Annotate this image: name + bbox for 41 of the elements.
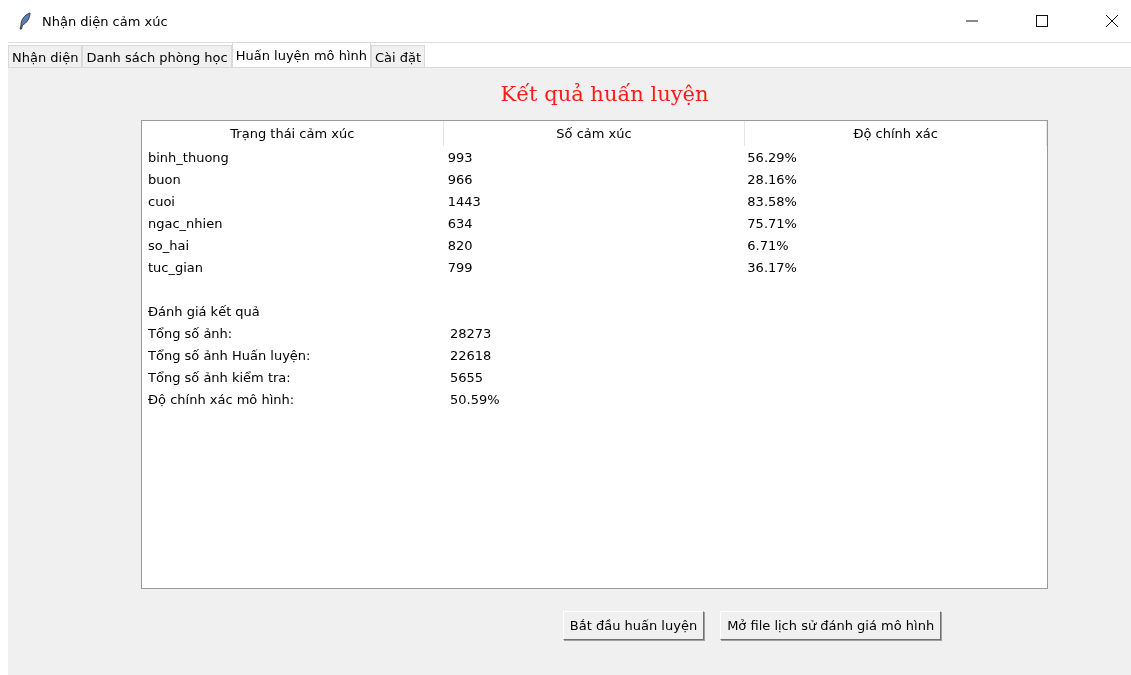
action-button[interactable]: Bắt đầu huấn luyện [562, 611, 705, 640]
column-header[interactable]: Trạng thái cảm xúc [142, 121, 444, 146]
maximize-icon[interactable] [1035, 14, 1049, 28]
table-cell-text: Tổng số ảnh Huấn luyện: [148, 347, 312, 363]
tab[interactable]: Cài đặt [371, 45, 426, 67]
table-cell-text: 966 [447, 171, 474, 187]
tab[interactable]: Huấn luyện mô hình [231, 42, 372, 67]
feather-icon [18, 12, 32, 30]
table-cell-text: 56.29% [747, 149, 798, 165]
table-cell-text: 36.17% [747, 259, 798, 275]
table-cell-text: Độ chính xác mô hình: [148, 391, 296, 407]
table-cell-text: 22618 [450, 347, 493, 363]
close-icon[interactable] [1105, 14, 1119, 28]
table-cell-text: 6.71% [747, 237, 790, 253]
column-header[interactable]: Độ chính xác [745, 121, 1047, 146]
table-cell-text: ngac_nhien [148, 215, 224, 231]
table-cell-text: Tổng số ảnh kiểm tra: [148, 369, 292, 385]
table-cell-text: 28.16% [747, 171, 798, 187]
table-cell-text: 75.71% [747, 215, 798, 231]
table-cell-text: Đánh giá kết quả [148, 303, 261, 319]
table-cell-text: buon [148, 171, 182, 187]
table-cell-text: binh_thuong [148, 149, 230, 165]
table-cell-text: 799 [447, 259, 474, 275]
column-header[interactable]: Số cảm xúc [443, 121, 746, 146]
table-cell-text: tuc_gian [148, 259, 205, 275]
table-cell-text: 50.59% [450, 391, 501, 407]
tab[interactable]: Danh sách phòng học [82, 45, 232, 67]
action-button[interactable]: Mở file lịch sử đánh giá mô hình [720, 611, 942, 640]
table-cell-text: 820 [447, 237, 474, 253]
tab[interactable]: Nhận diện [8, 45, 83, 67]
table-cell-text: 1443 [447, 193, 482, 209]
window-title: Nhận diện cảm xúc [42, 13, 168, 29]
table-cell-text: 83.58% [747, 193, 798, 209]
table-cell-text: 5655 [450, 369, 485, 385]
table-cell-text: 993 [447, 149, 474, 165]
table-cell-text: cuoi [148, 193, 176, 209]
table-cell-text: Tổng số ảnh: [148, 325, 234, 341]
table-cell-text: so_hai [148, 237, 191, 253]
table-cell-text: 28273 [450, 325, 493, 341]
table-cell-text: 634 [447, 215, 474, 231]
heading: Kết quả huấn luyện [500, 82, 709, 106]
